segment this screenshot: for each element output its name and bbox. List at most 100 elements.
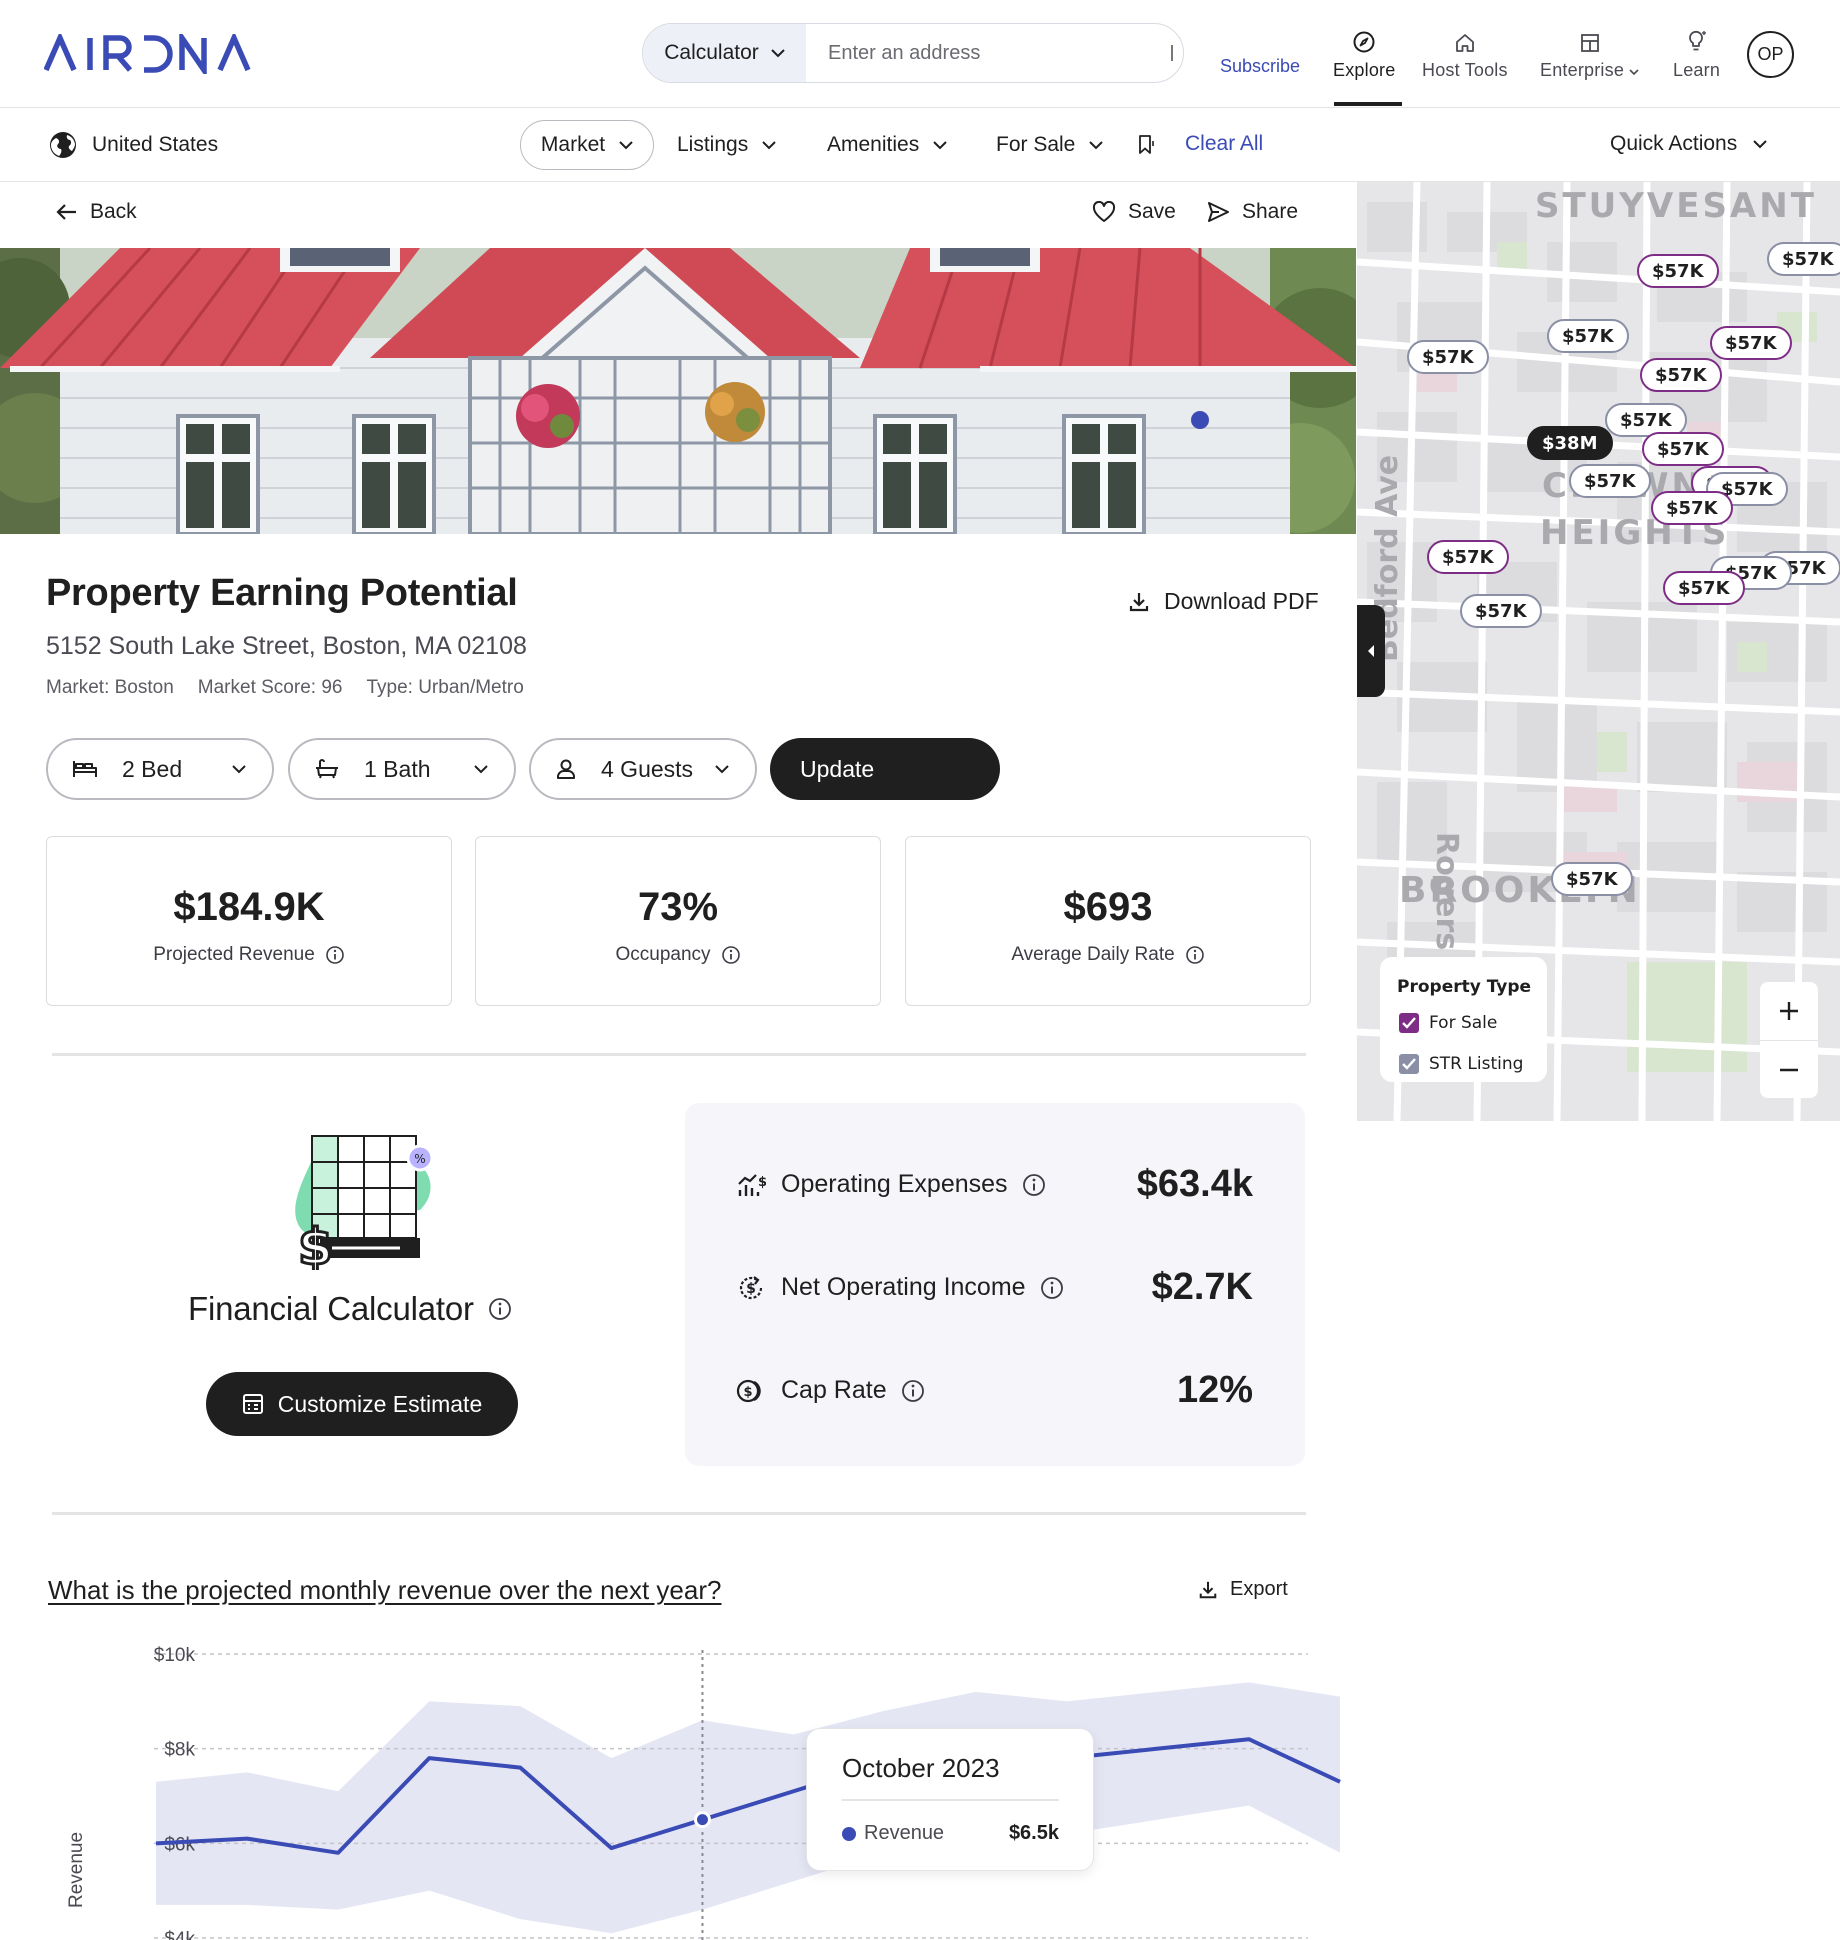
page-title: Property Earning Potential bbox=[46, 572, 518, 614]
address-input[interactable] bbox=[806, 24, 1171, 82]
map-price-pin[interactable]: $57K bbox=[1637, 254, 1719, 288]
chevron-down-icon bbox=[1089, 140, 1104, 149]
tooltip-divider bbox=[842, 1799, 1059, 1801]
search-type-dropdown[interactable]: Calculator bbox=[643, 24, 806, 82]
market-score: Market Score: 96 bbox=[197, 677, 343, 698]
cap-rate-value: 12% bbox=[1176, 1369, 1253, 1411]
map-price-pin[interactable]: $57K bbox=[1551, 862, 1633, 896]
map-price-pin[interactable]: $57K bbox=[1569, 464, 1651, 498]
y-tick-label: $4k bbox=[164, 1929, 195, 1940]
info-icon[interactable] bbox=[721, 945, 741, 965]
property-type-legend: Property Type For Sale STR Listing bbox=[1380, 957, 1547, 1082]
legend-str-listing-toggle[interactable]: STR Listing bbox=[1399, 1054, 1523, 1074]
map-price-pin[interactable]: $57K bbox=[1710, 326, 1792, 360]
quick-actions-label: Quick Actions bbox=[1610, 132, 1738, 155]
info-icon[interactable] bbox=[1022, 1173, 1046, 1197]
guests-select[interactable]: 4 Guests bbox=[529, 738, 757, 800]
map-price-pin[interactable]: $57K bbox=[1663, 571, 1745, 605]
chevron-down-icon bbox=[715, 764, 729, 773]
nav-explore-label: Explore bbox=[1333, 60, 1396, 80]
average-daily-rate-value: $693 bbox=[1063, 885, 1153, 929]
coin-stack-icon: $ bbox=[735, 1376, 767, 1406]
info-icon[interactable] bbox=[1040, 1276, 1064, 1300]
share-button[interactable]: Share bbox=[1206, 200, 1298, 224]
search-type-label: Calculator bbox=[664, 41, 759, 64]
market-filter[interactable]: Market bbox=[520, 120, 654, 170]
info-icon[interactable] bbox=[488, 1297, 512, 1321]
minus-icon bbox=[1780, 1068, 1798, 1071]
chevron-down-icon bbox=[933, 140, 947, 149]
chart-heading-link[interactable]: What is the projected monthly revenue ov… bbox=[48, 1575, 721, 1606]
tooltip-value: $6.5k bbox=[1008, 1822, 1059, 1844]
average-daily-rate-text: Average Daily Rate bbox=[1011, 944, 1175, 965]
listings-filter[interactable]: Listings bbox=[677, 120, 776, 170]
svg-text:$: $ bbox=[758, 1175, 766, 1190]
collapse-map-button[interactable] bbox=[1357, 605, 1385, 697]
map-price-pin[interactable]: $57K bbox=[1547, 319, 1629, 353]
projected-revenue-card: $184.9K Projected Revenue bbox=[46, 836, 452, 1006]
save-button[interactable]: Save bbox=[1092, 200, 1176, 224]
average-daily-rate-label: Average Daily Rate bbox=[906, 944, 1310, 966]
save-label: Save bbox=[1128, 200, 1176, 223]
nav-enterprise[interactable]: Enterprise bbox=[1540, 24, 1639, 108]
cap-rate-row: $ Cap Rate 12% bbox=[735, 1369, 1253, 1412]
region-selector[interactable]: United States bbox=[48, 130, 218, 160]
expenses-chart-icon: $ bbox=[735, 1170, 767, 1200]
saved-filters-button[interactable] bbox=[1136, 134, 1156, 161]
projected-revenue-value: $184.9K bbox=[173, 885, 325, 929]
dashboard-icon bbox=[1579, 24, 1601, 54]
nav-subscribe-link[interactable]: Subscribe bbox=[1220, 56, 1300, 77]
checkbox-checked-icon[interactable] bbox=[1399, 1054, 1419, 1074]
map-price-pin[interactable]: $57K bbox=[1651, 491, 1733, 525]
heart-icon bbox=[1092, 201, 1116, 222]
map-zoom-controls bbox=[1760, 982, 1818, 1098]
nav-learn[interactable]: Learn bbox=[1673, 24, 1720, 108]
map-price-pin[interactable]: $57K bbox=[1642, 432, 1724, 466]
legend-for-sale-toggle[interactable]: For Sale bbox=[1399, 1013, 1497, 1033]
nav-learn-label: Learn bbox=[1673, 60, 1721, 80]
send-icon bbox=[1208, 202, 1229, 222]
user-avatar[interactable]: OP bbox=[1747, 31, 1794, 78]
financial-calculator-title: Financial Calculator bbox=[188, 1290, 474, 1327]
bedrooms-select[interactable]: 2 Bed bbox=[46, 738, 274, 800]
revenue-data-point[interactable] bbox=[693, 1811, 711, 1829]
compass-icon bbox=[1352, 24, 1376, 54]
zoom-in-button[interactable] bbox=[1760, 982, 1818, 1040]
map-price-pin[interactable]: $38M bbox=[1527, 426, 1613, 460]
for-sale-filter[interactable]: For Sale bbox=[996, 120, 1104, 170]
info-icon[interactable] bbox=[325, 945, 345, 965]
nav-host-tools[interactable]: Host Tools bbox=[1422, 24, 1508, 108]
map-price-pin[interactable]: $57K bbox=[1767, 242, 1840, 276]
airdna-logo[interactable] bbox=[44, 34, 254, 74]
zoom-out-button[interactable] bbox=[1760, 1040, 1818, 1098]
nav-explore[interactable]: Explore bbox=[1333, 24, 1395, 108]
checkbox-checked-icon[interactable] bbox=[1399, 1013, 1419, 1033]
calculator-illustration: % $ bbox=[290, 1132, 440, 1278]
map-price-pin[interactable]: $57K bbox=[1640, 358, 1722, 392]
map-price-pin[interactable]: $57K bbox=[1460, 594, 1542, 628]
customize-estimate-button[interactable]: Customize Estimate bbox=[206, 1372, 518, 1436]
market-type: Type: Urban/Metro bbox=[366, 677, 524, 698]
chevron-down-icon bbox=[474, 764, 488, 773]
map-price-pin[interactable]: $57K bbox=[1427, 540, 1509, 574]
section-divider bbox=[52, 1053, 1306, 1056]
nav-enterprise-text: Enterprise bbox=[1540, 60, 1625, 80]
download-pdf-button[interactable]: Download PDF bbox=[1128, 588, 1319, 615]
for-sale-filter-label: For Sale bbox=[996, 133, 1076, 156]
top-navigation-bar: Calculator Subscribe Explore Host Tools … bbox=[0, 0, 1840, 108]
occupancy-text: Occupancy bbox=[615, 944, 711, 965]
tooltip-title: October 2023 bbox=[842, 1753, 1000, 1783]
clear-all-filters-link[interactable]: Clear All bbox=[1185, 132, 1263, 156]
amenities-filter[interactable]: Amenities bbox=[827, 120, 947, 170]
export-button[interactable]: Export bbox=[1198, 1578, 1288, 1601]
bathrooms-select[interactable]: 1 Bath bbox=[288, 738, 516, 800]
info-icon[interactable] bbox=[1185, 945, 1205, 965]
update-button[interactable]: Update bbox=[770, 738, 1000, 800]
property-address: 5152 South Lake Street, Boston, MA 02108 bbox=[46, 632, 527, 660]
info-icon[interactable] bbox=[901, 1379, 925, 1403]
back-button[interactable]: Back bbox=[56, 200, 137, 224]
map-price-pin[interactable]: $57K bbox=[1407, 340, 1489, 374]
quick-actions-dropdown[interactable]: Quick Actions bbox=[1610, 132, 1767, 156]
chevron-down-icon bbox=[232, 764, 246, 773]
occupancy-value: 73% bbox=[637, 885, 719, 929]
